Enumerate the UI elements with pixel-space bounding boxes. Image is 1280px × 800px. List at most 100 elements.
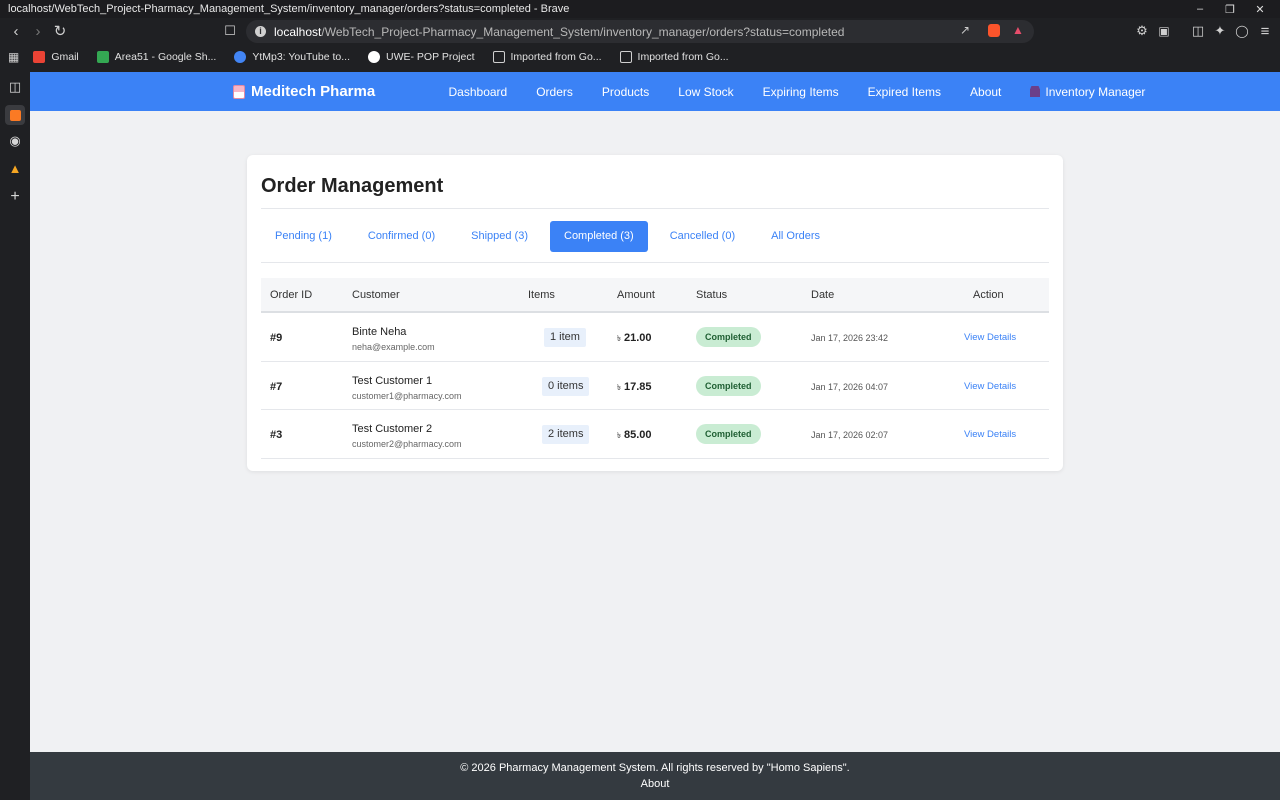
gmail-icon	[33, 51, 46, 63]
orders-card: Order Management Pending (1) Confirmed (…	[247, 155, 1063, 471]
view-details-link[interactable]: View Details	[964, 381, 1016, 392]
bookmark-icon[interactable]: ☐	[219, 20, 241, 42]
currency-symbol: ৳	[617, 382, 621, 392]
tab-completed[interactable]: Completed (3)	[550, 221, 648, 252]
nav-orders[interactable]: Orders	[536, 85, 573, 99]
header-order-id: Order ID	[270, 289, 313, 301]
sheets-icon	[96, 51, 109, 63]
nav-about[interactable]: About	[970, 85, 1001, 99]
view-details-link[interactable]: View Details	[964, 332, 1016, 343]
nav-products[interactable]: Products	[602, 85, 649, 99]
header-status: Status	[696, 289, 728, 301]
folder-icon	[619, 51, 632, 63]
address-bar[interactable]: i localhost/WebTech_Project-Pharmacy_Man…	[246, 20, 1034, 43]
order-id: #7	[270, 380, 283, 393]
leo-ai-icon[interactable]: ✦	[1209, 20, 1231, 42]
order-id: #9	[270, 332, 283, 344]
tab-cancelled[interactable]: Cancelled (0)	[656, 221, 749, 252]
close-window-icon[interactable]: ✕	[1246, 0, 1274, 18]
status-badge: Completed	[696, 424, 761, 444]
nav-low-stock[interactable]: Low Stock	[678, 85, 733, 99]
footer-about-link[interactable]: About	[30, 778, 1280, 790]
brave-shields-icon[interactable]	[988, 24, 1000, 37]
view-details-link[interactable]: View Details	[964, 429, 1016, 440]
menu-icon[interactable]: ≡	[1254, 20, 1276, 42]
customer-email: customer2@pharmacy.com	[352, 439, 462, 449]
window-title: localhost/WebTech_Project-Pharmacy_Manag…	[8, 3, 570, 15]
reload-icon[interactable]: ↻	[49, 20, 71, 42]
amount-value: 85.00	[624, 429, 652, 441]
bookmark-folder[interactable]: Imported from Go...	[492, 51, 602, 63]
tab-shipped[interactable]: Shipped (3)	[457, 221, 542, 252]
share-icon[interactable]: ↗	[960, 23, 970, 37]
ytmp3-icon	[234, 51, 247, 63]
items-badge: 0 items	[542, 376, 590, 396]
add-panel-icon[interactable]: +	[5, 187, 25, 207]
back-icon[interactable]: ‹	[5, 20, 27, 42]
tab-pending[interactable]: Pending (1)	[261, 221, 346, 252]
page-title: Order Management	[261, 175, 444, 197]
url-path: /WebTech_Project-Pharmacy_Management_Sys…	[321, 24, 845, 39]
header-items: Items	[528, 289, 555, 301]
order-date: Jan 17, 2026 04:07	[811, 381, 889, 392]
github-icon	[368, 51, 381, 63]
items-badge: 1 item	[544, 328, 586, 347]
order-id: #3	[270, 429, 283, 441]
sidebar-toggle-icon[interactable]: ◫	[1187, 20, 1209, 42]
order-date: Jan 17, 2026 02:07	[811, 430, 889, 440]
customer-name: Test Customer 2	[352, 423, 433, 435]
title-divider	[261, 208, 1049, 209]
customer-email: customer1@pharmacy.com	[352, 390, 462, 401]
header-amount: Amount	[617, 289, 655, 301]
brave-rewards-icon[interactable]: ▲	[1012, 23, 1024, 37]
status-badge: Completed	[696, 327, 761, 347]
extensions-icon[interactable]: ⚙	[1131, 20, 1153, 42]
browser-toolbar: ‹ › ↻ ☐ i localhost/WebTech_Project-Phar…	[0, 18, 1280, 45]
order-amount: ৳ 21.00	[617, 332, 652, 346]
brave-news-icon[interactable]: ▲	[5, 158, 25, 178]
github-icon[interactable]: ◉	[5, 131, 25, 151]
header-action: Action	[973, 289, 1004, 301]
nav-expired-items[interactable]: Expired Items	[868, 85, 941, 99]
site-info-icon[interactable]: i	[255, 26, 266, 37]
order-date: Jan 17, 2026 23:42	[811, 333, 889, 343]
order-amount: ৳ 17.85	[617, 381, 652, 395]
restore-icon[interactable]: ❐	[1216, 0, 1244, 18]
bookmark-item[interactable]: Gmail	[33, 51, 79, 63]
tabs-divider	[261, 262, 1049, 263]
status-tabs: Pending (1) Confirmed (0) Shipped (3) Co…	[261, 221, 842, 252]
tab-all-orders[interactable]: All Orders	[757, 221, 834, 252]
currency-symbol: ৳	[617, 431, 621, 440]
minimize-icon[interactable]: –	[1186, 0, 1214, 18]
browser-side-panel: ◫ ◉ ▲ +	[0, 69, 30, 800]
sidebar-panel-icon[interactable]: ◫	[5, 77, 25, 97]
footer-copyright: © 2026 Pharmacy Management System. All r…	[460, 762, 850, 774]
status-badge: Completed	[696, 375, 761, 396]
bookmark-item[interactable]: UWE- POP Project	[368, 51, 475, 63]
amount-value: 17.85	[624, 380, 652, 393]
customer-email: neha@example.com	[352, 342, 435, 352]
header-customer: Customer	[352, 289, 400, 301]
pill-icon	[233, 84, 245, 99]
orders-table: Order ID Customer Items Amount Status Da…	[261, 278, 1049, 459]
bookmark-folder[interactable]: Imported from Go...	[619, 51, 729, 63]
brand-name: Meditech Pharma	[251, 83, 376, 100]
forward-icon[interactable]: ›	[27, 20, 49, 42]
table-header: Order ID Customer Items Amount Status Da…	[261, 278, 1049, 313]
currency-symbol: ৳	[617, 334, 621, 343]
apps-grid-icon[interactable]: ▦	[8, 50, 19, 64]
nav-expiring-items[interactable]: Expiring Items	[763, 85, 839, 99]
xampp-icon[interactable]	[5, 105, 25, 125]
vpn-icon[interactable]: ◯	[1231, 20, 1253, 42]
navbar: Meditech Pharma Dashboard Orders Product…	[30, 72, 1280, 111]
brand[interactable]: Meditech Pharma	[233, 72, 375, 111]
bookmark-item[interactable]: YtMp3: YouTube to...	[234, 51, 350, 63]
screenshot-icon[interactable]: ▣	[1153, 20, 1175, 42]
bookmark-item[interactable]: Area51 - Google Sh...	[96, 51, 216, 63]
table-row: #3 Test Customer 2 customer2@pharmacy.co…	[261, 410, 1049, 459]
tab-confirmed[interactable]: Confirmed (0)	[354, 221, 449, 252]
customer-name: Binte Neha	[352, 326, 407, 338]
order-amount: ৳ 85.00	[617, 429, 652, 443]
nav-dashboard[interactable]: Dashboard	[449, 85, 508, 99]
nav-user-menu[interactable]: Inventory Manager	[1030, 85, 1145, 99]
